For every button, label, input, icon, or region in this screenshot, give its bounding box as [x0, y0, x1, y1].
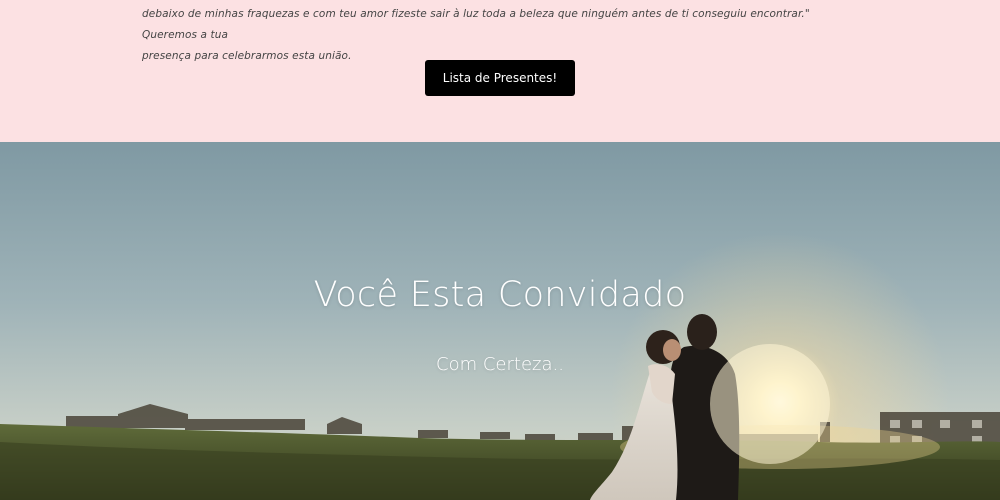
couple-sunset-background-image [0, 142, 1000, 500]
invitation-intro-section: debaixo de minhas fraquezas e com teu am… [0, 0, 1000, 142]
invitation-paragraph-line: presença para celebrarmos esta união. [142, 49, 352, 62]
hero-banner: Você Esta Convidado Com Certeza.. [0, 142, 1000, 500]
hero-title: Você Esta Convidado [313, 275, 687, 315]
invitation-paragraph: debaixo de minhas fraquezas e com teu am… [142, 4, 858, 67]
hero-subtitle: Com Certeza.. [436, 354, 564, 375]
invitation-paragraph-line: debaixo de minhas fraquezas e com teu am… [142, 7, 810, 41]
gift-list-button[interactable]: Lista de Presentes! [425, 60, 575, 96]
